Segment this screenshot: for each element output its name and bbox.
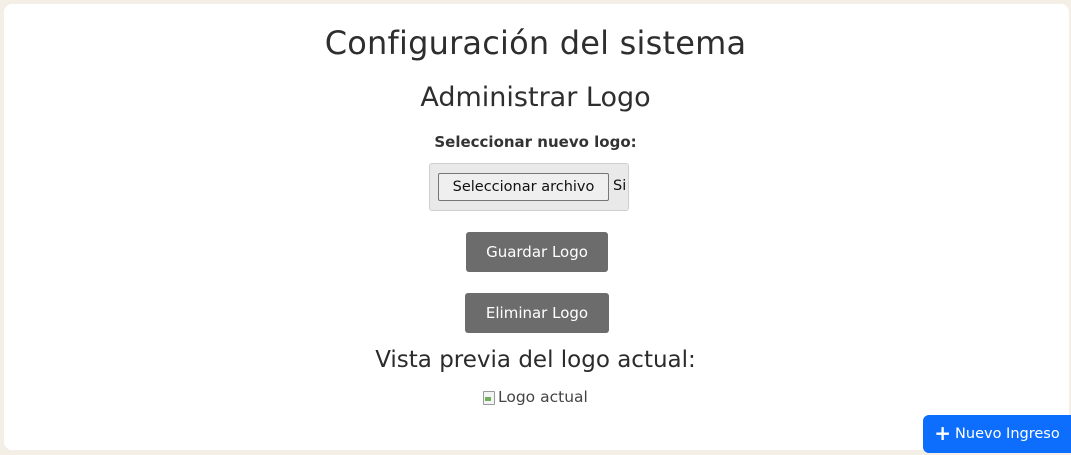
choose-file-button[interactable]: Seleccionar archivo [438,173,609,201]
file-input[interactable]: Seleccionar archivo Si [429,163,629,211]
plus-icon: + [934,421,952,445]
section-title-logo: Administrar Logo [420,82,651,113]
page-title: Configuración del sistema [324,24,747,62]
settings-card [4,4,1069,450]
delete-logo-button[interactable]: Eliminar Logo [465,293,609,333]
save-logo-button[interactable]: Guardar Logo [466,232,608,272]
file-status-text: Si [613,178,627,194]
current-logo-image: Logo actual [482,387,588,407]
broken-image-icon [482,389,496,405]
new-entry-button[interactable]: + Nuevo Ingreso [923,415,1071,453]
preview-title: Vista previa del logo actual: [375,347,696,373]
upload-label: Seleccionar nuevo logo: [434,133,637,151]
new-entry-label: Nuevo Ingreso [955,426,1060,442]
logo-alt-text: Logo actual [498,388,588,406]
